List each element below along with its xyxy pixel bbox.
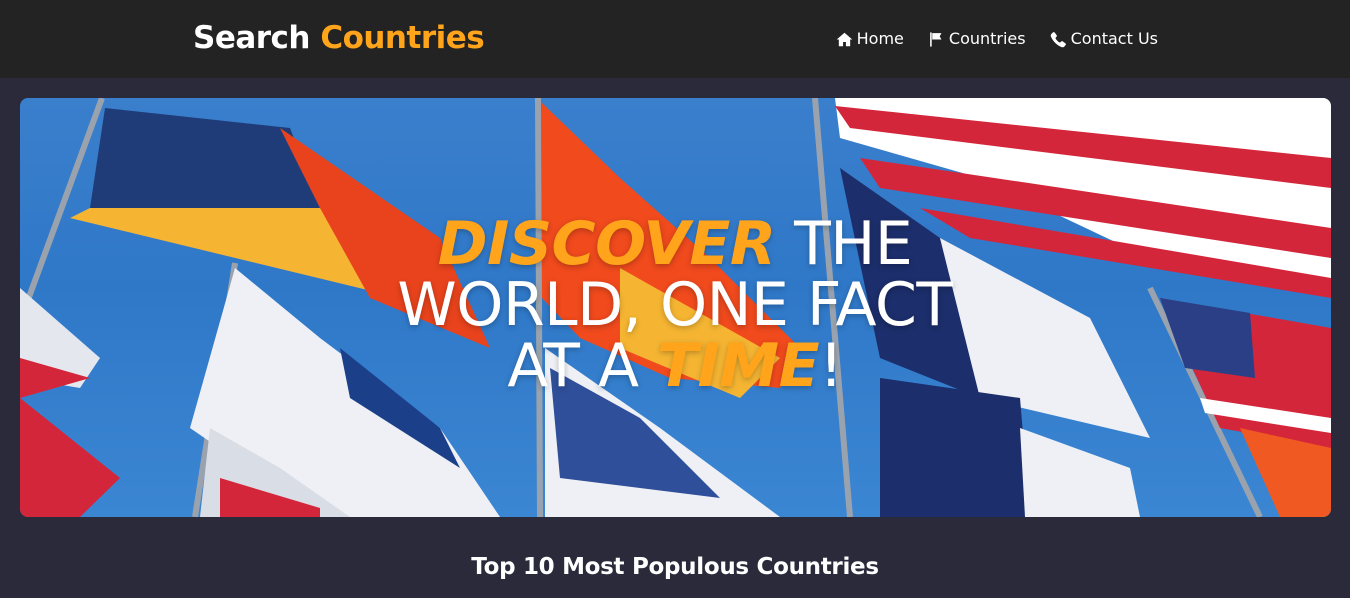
nav-link-home[interactable]: Home: [836, 28, 904, 50]
hero-text-the: THE: [775, 209, 913, 279]
brand-word-search: Search: [193, 20, 311, 56]
nav-link-countries-label: Countries: [948, 29, 1026, 48]
hero-text-exclamation: !: [819, 331, 843, 401]
nav-link-home-label: Home: [856, 29, 904, 48]
hero-word-discover: DISCOVER: [437, 209, 776, 279]
flag-icon: [928, 31, 945, 48]
nav-link-contact-label: Contact Us: [1070, 29, 1158, 48]
hero-word-time: TIME: [657, 331, 820, 401]
hero-text-world: WORLD, ONE FACT: [397, 270, 953, 340]
phone-icon: [1050, 31, 1067, 48]
hero-banner: DISCOVER THE WORLD, ONE FACT AT A TIME!: [20, 98, 1331, 517]
brand-word-countries: Countries: [320, 20, 485, 56]
nav-link-contact[interactable]: Contact Us: [1050, 28, 1158, 50]
nav-link-countries[interactable]: Countries: [928, 28, 1026, 50]
home-icon: [836, 31, 853, 48]
nav-links: Home Countries Contact Us: [836, 28, 1158, 50]
hero-headline: DISCOVER THE WORLD, ONE FACT AT A TIME!: [375, 214, 975, 397]
site-logo[interactable]: Search Countries: [193, 18, 485, 58]
section-title: Top 10 Most Populous Countries: [471, 554, 879, 580]
hero-text-at-a: AT A: [507, 331, 658, 401]
navbar: Search Countries Home Countries Contact …: [0, 0, 1350, 78]
